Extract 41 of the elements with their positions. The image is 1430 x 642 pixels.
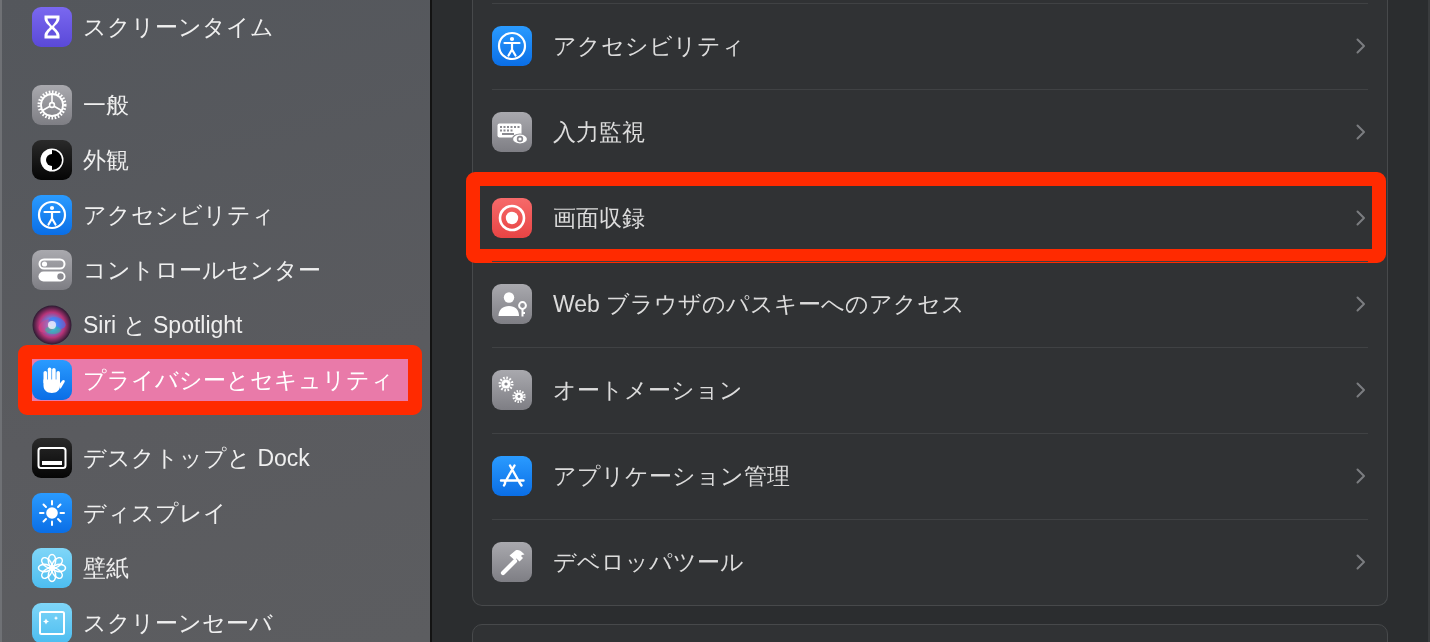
chevron-right-icon bbox=[1356, 124, 1366, 140]
flower-icon bbox=[32, 548, 72, 588]
sidebar-item[interactable]: デスクトップと Dock bbox=[32, 437, 408, 479]
settings-row[interactable]: 入力監視 bbox=[492, 101, 1368, 163]
sidebar-item[interactable]: ディスプレイ bbox=[32, 492, 408, 534]
chevron-right-icon bbox=[1356, 468, 1366, 484]
settings-row[interactable]: デベロッパツール bbox=[492, 531, 1368, 593]
stylized-a-icon bbox=[492, 456, 532, 496]
chevron-right-icon bbox=[1356, 382, 1366, 398]
orb-icon bbox=[32, 305, 72, 345]
sidebar-item[interactable]: スクリーンタイム bbox=[32, 6, 408, 48]
settings-row[interactable]: アプリケーション管理 bbox=[492, 445, 1368, 507]
dock-window-icon bbox=[32, 438, 72, 478]
settings-row[interactable]: アクセシビリティ bbox=[492, 15, 1368, 77]
chevron-right-icon bbox=[1356, 296, 1366, 312]
hourglass-icon bbox=[32, 7, 72, 47]
record-icon bbox=[492, 198, 532, 238]
toggle-switches-icon bbox=[32, 250, 72, 290]
sun-icon bbox=[32, 493, 72, 533]
sidebar-item[interactable]: 一般 bbox=[32, 84, 408, 126]
settings-row[interactable]: Web ブラウザのパスキーへのアクセス bbox=[492, 273, 1368, 335]
gears-icon bbox=[492, 370, 532, 410]
chevron-right-icon bbox=[1356, 210, 1366, 226]
hammer-icon bbox=[492, 542, 532, 582]
chevron-right-icon bbox=[1356, 38, 1366, 54]
chevron-right-icon bbox=[1356, 554, 1366, 570]
hand-icon bbox=[32, 360, 72, 400]
sidebar-item[interactable]: Siri と Spotlight bbox=[32, 304, 408, 346]
accessibility-icon bbox=[492, 26, 532, 66]
sidebar-item[interactable]: アクセシビリティ bbox=[32, 194, 408, 236]
sidebar-item[interactable]: コントロールセンター bbox=[32, 249, 408, 291]
sidebar-item[interactable]: 外観 bbox=[32, 139, 408, 181]
gear-icon bbox=[32, 85, 72, 125]
settings-row[interactable]: 画面収録 bbox=[492, 187, 1368, 249]
keyboard-eye-icon bbox=[492, 112, 532, 152]
accessibility-icon bbox=[32, 195, 72, 235]
sidebar-item[interactable]: 壁紙 bbox=[32, 547, 408, 589]
settings-row[interactable]: オートメーション bbox=[492, 359, 1368, 421]
person-key-icon bbox=[492, 284, 532, 324]
framed-stars-icon bbox=[32, 603, 72, 642]
sidebar-item[interactable]: スクリーンセーバ bbox=[32, 602, 408, 642]
